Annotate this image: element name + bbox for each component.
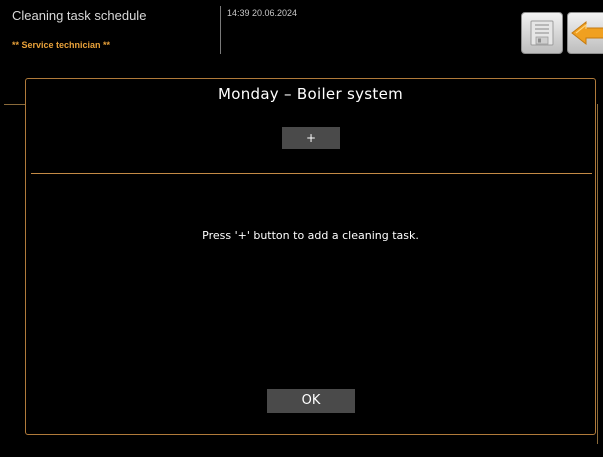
save-disk-icon bbox=[530, 20, 554, 46]
dialog-title: Monday – Boiler system bbox=[217, 85, 404, 103]
schedule-dialog: Monday – Boiler system + Press '+' butto… bbox=[25, 78, 596, 435]
header-divider bbox=[220, 6, 221, 54]
ok-button[interactable]: OK bbox=[267, 389, 355, 413]
save-button[interactable] bbox=[521, 12, 563, 54]
empty-state-hint: Press '+' button to add a cleaning task. bbox=[202, 229, 419, 242]
page-title: Cleaning task schedule bbox=[12, 8, 147, 23]
back-arrow-icon bbox=[571, 20, 603, 46]
add-task-button[interactable]: + bbox=[282, 127, 340, 149]
user-role-label: ** Service technician ** bbox=[12, 40, 111, 50]
background-panel-edge bbox=[597, 104, 598, 444]
datetime-display: 14:39 20.06.2024 bbox=[227, 8, 298, 18]
back-button[interactable] bbox=[567, 12, 603, 54]
screen: Cleaning task schedule ** Service techni… bbox=[0, 0, 603, 457]
dialog-divider bbox=[31, 173, 592, 174]
